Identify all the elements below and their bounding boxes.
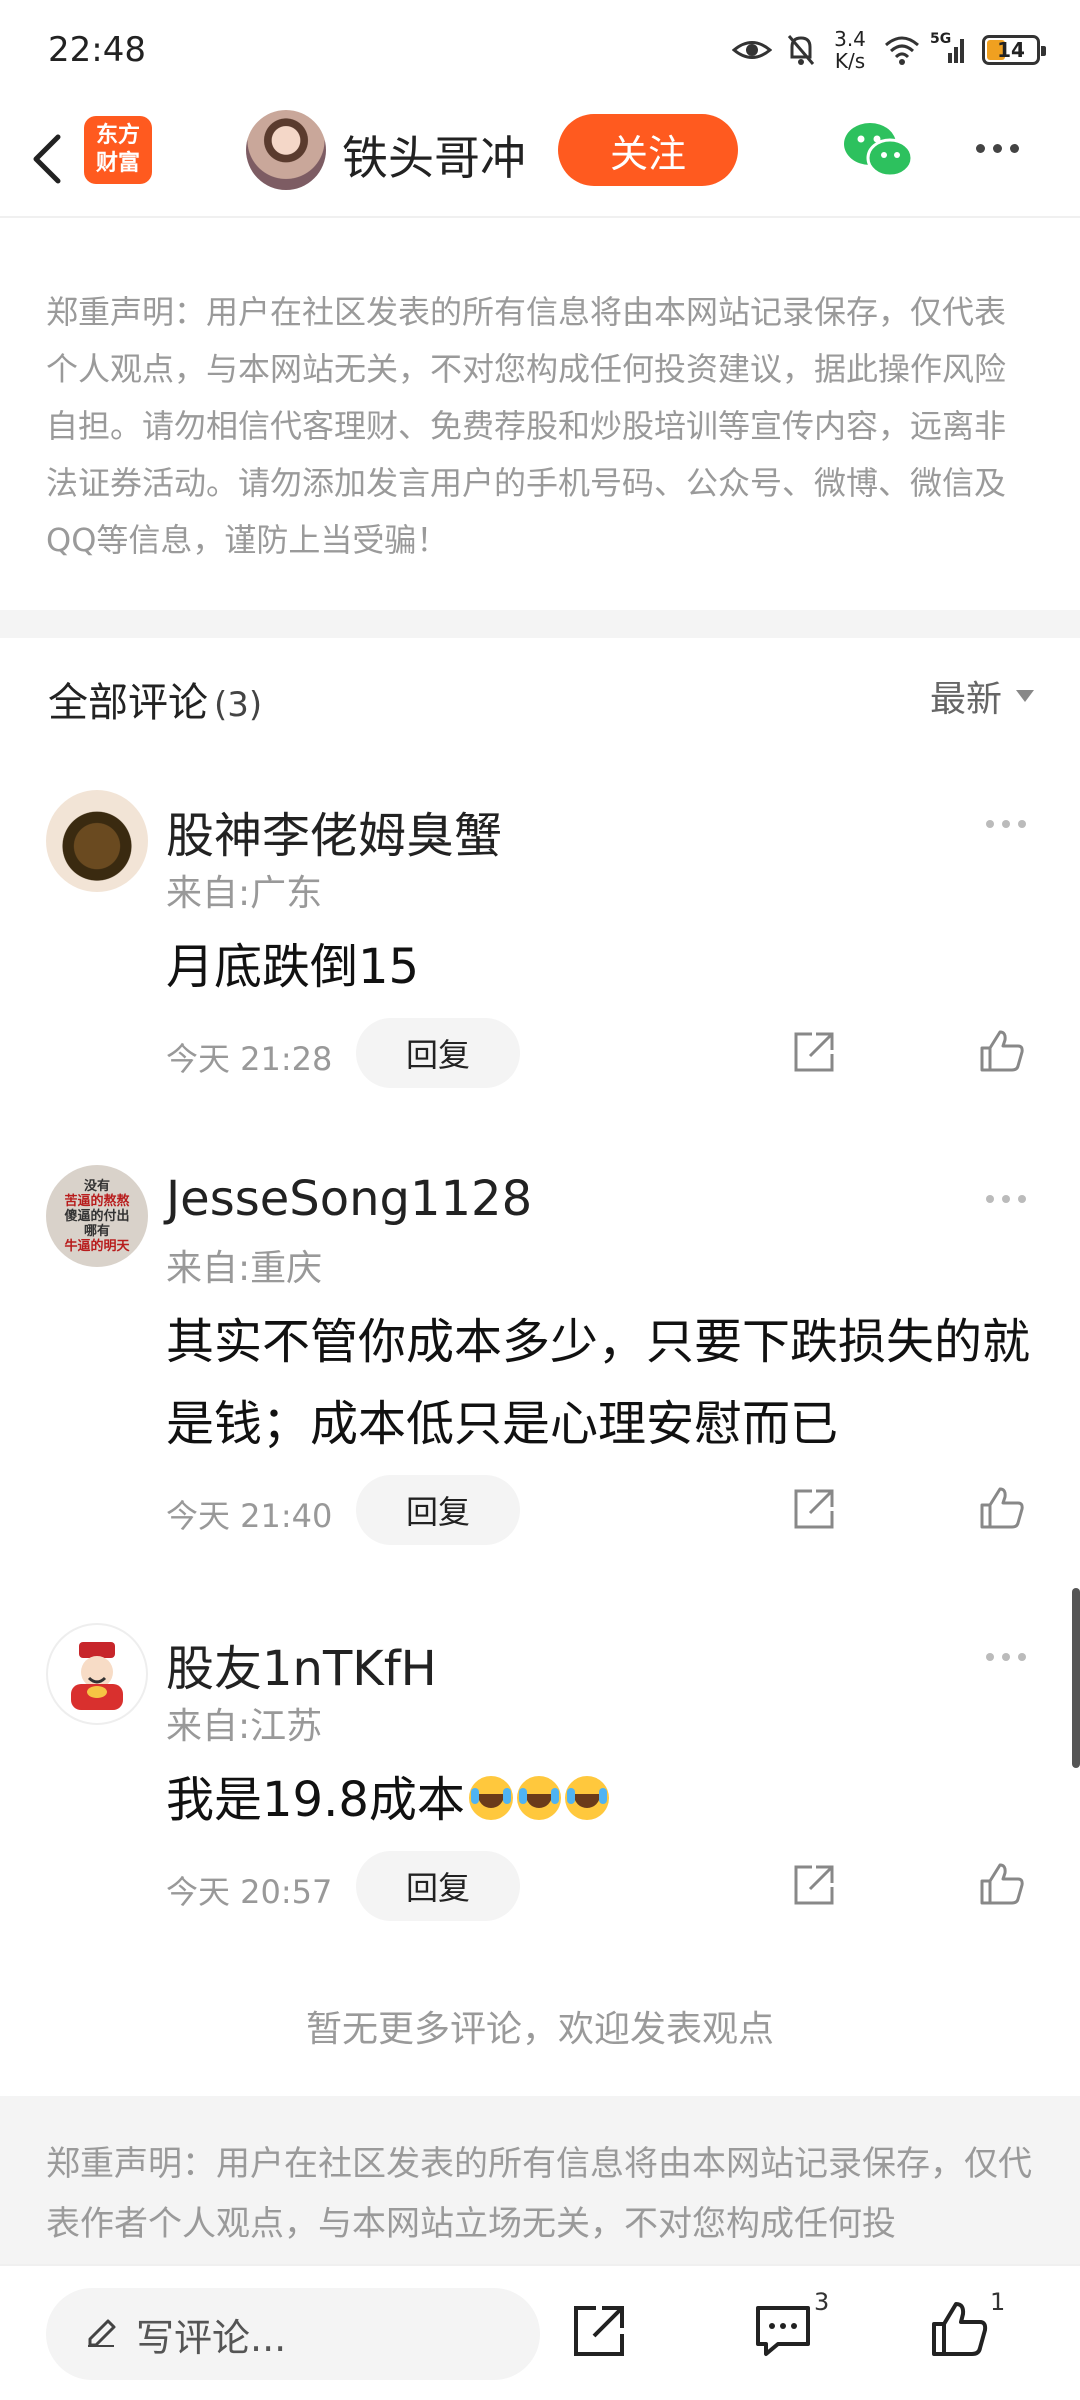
dropdown-arrow-icon [1016,690,1034,702]
wechat-icon[interactable] [842,120,916,186]
bottom-bar: 写评论... 3 1 [0,2264,1080,2400]
comment-count-badge: 3 [814,2288,830,2316]
comment-text: 我是19.8成本 [166,1759,1046,1841]
comment-button[interactable]: 3 [754,2288,829,2362]
comment-time: 今天 21:40 [166,1497,333,1535]
avatar[interactable] [246,110,326,190]
comments-header: 全部评论 (3) 最新 [0,640,1080,750]
laugh-cry-emoji-icon [516,1776,561,1820]
wifi-icon [884,35,920,65]
sort-dropdown[interactable]: 最新 [930,670,1034,722]
comment-time: 今天 20:57 [166,1873,333,1911]
status-bar: 22:48 3.4 K/s 5G 14 [0,0,1080,100]
disclaimer-bottom: 郑重声明：用户在社区发表的所有信息将由本网站记录保存，仅代表作者个人观点，与本网… [0,2096,1080,2264]
comment-placeholder: 写评论... [136,2315,287,2360]
back-button[interactable] [22,126,72,192]
comment-more-icon[interactable] [986,1195,1026,1203]
comment-more-icon[interactable] [986,820,1026,828]
reply-button[interactable]: 回复 [356,1018,520,1088]
status-time: 22:48 [48,30,146,70]
comment-avatar[interactable] [46,1623,148,1725]
share-icon[interactable] [792,1863,836,1911]
net-speed: 3.4 K/s [834,27,866,73]
disclaimer-top: 郑重声明：用户在社区发表的所有信息将由本网站记录保存，仅代表个人观点，与本网站无… [46,293,1007,559]
comment-time: 今天 21:28 [166,1040,333,1078]
mute-bell-icon [786,33,816,67]
follow-button[interactable]: 关注 [558,114,738,186]
status-icons: 3.4 K/s 5G 14 [732,22,1046,78]
page-title[interactable]: 铁头哥冲 [342,122,526,188]
comment-author[interactable]: JesseSong1128 [166,1171,532,1227]
signal-icon: 5G [930,31,968,65]
share-icon[interactable] [792,1487,836,1535]
like-icon[interactable] [978,1485,1026,1535]
eye-icon [732,35,772,65]
reply-button[interactable]: 回复 [356,1851,520,1921]
comment-author[interactable]: 股神李佬姆臭蟹 [166,796,502,866]
comment-location: 来自:广东 [166,873,323,914]
comment-meta: 今天 20:57 回复 [166,1851,1046,1921]
like-button[interactable]: 1 [930,2288,1005,2362]
comment-meta: 今天 21:28 回复 [166,1018,1046,1088]
comment-meta: 今天 21:40 回复 [166,1475,1046,1545]
comments-title: 全部评论 (3) [48,680,263,726]
scrollbar[interactable] [1072,1588,1080,1768]
like-icon[interactable] [978,1861,1026,1911]
reply-button[interactable]: 回复 [356,1475,520,1545]
comments-count: (3) [214,685,263,725]
pencil-icon [84,2312,118,2356]
app-logo[interactable]: 东方 财富 [84,116,152,184]
comment-author[interactable]: 股友1nTKfH [166,1629,437,1699]
comment-text: 其实不管你成本多少，只要下跌损失的就是钱；成本低只是心理安慰而已 [166,1314,1031,1452]
comment-location: 来自:江苏 [166,1706,323,1747]
share-button[interactable] [570,2302,628,2364]
comment-location: 来自:重庆 [166,1248,323,1289]
like-icon[interactable] [978,1028,1026,1078]
laugh-cry-emoji-icon [564,1776,609,1820]
comment-avatar[interactable]: 没有 苦逼的熬熬 傻逼的付出 哪有 牛逼的明天 [46,1165,148,1267]
like-count-badge: 1 [990,2288,1006,2316]
laugh-cry-emoji-icon [468,1776,513,1820]
more-options-icon[interactable] [976,144,1019,153]
comment-avatar[interactable] [46,790,148,892]
share-icon[interactable] [792,1030,836,1078]
header: 东方 财富 铁头哥冲 关注 [0,100,1080,218]
comment-input[interactable]: 写评论... [46,2288,540,2380]
comment-text: 月底跌倒15 [166,939,420,995]
section-divider [0,610,1080,638]
battery-icon: 14 [982,35,1046,65]
comment-more-icon[interactable] [986,1653,1026,1661]
no-more-comments-text: 暂无更多评论，欢迎发表观点 [305,2009,774,2050]
